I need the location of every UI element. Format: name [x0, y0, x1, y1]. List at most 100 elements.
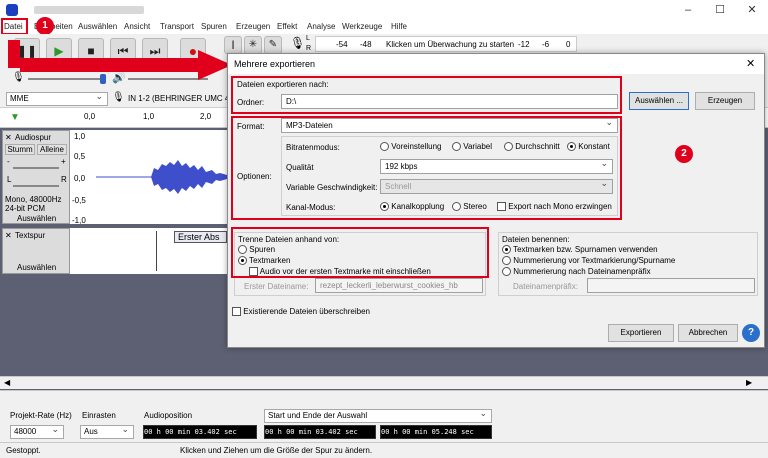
scroll-left-icon[interactable]: ◀	[4, 378, 10, 387]
project-rate-select[interactable]: 48000	[10, 423, 64, 439]
prefix-label: Dateinamenpräfix:	[513, 282, 578, 291]
playback-volume-slider[interactable]	[128, 78, 208, 80]
track-format-info: Mono, 48000Hz	[5, 195, 62, 204]
audio-track-select-button[interactable]: Auswählen	[17, 214, 56, 223]
highlight-export-folder	[231, 76, 622, 114]
project-rate-label: Projekt-Rate (Hz)	[10, 411, 72, 420]
menu-select[interactable]: Auswählen	[78, 21, 117, 33]
overwrite-checkbox[interactable]: Existierende Dateien überschreiben	[232, 307, 370, 317]
label-track-close-icon[interactable]: ✕	[5, 231, 12, 240]
choose-folder-button[interactable]: Auswählen ...	[629, 92, 689, 110]
ruler-tick-2: 2,0	[200, 112, 212, 121]
audio-position-field[interactable]: 00 h 00 min 03.402 sec	[143, 425, 257, 439]
naming-number-after-text: Nummerierung nach Dateinamenpräfix	[513, 267, 651, 276]
export-button[interactable]: Exportieren	[608, 324, 674, 342]
naming-use-labels-option[interactable]: Textmarken bzw. Spurnamen verwenden	[502, 245, 658, 255]
menu-transport[interactable]: Transport	[160, 21, 194, 33]
close-window-button[interactable]: ✕	[736, 0, 768, 20]
audio-track-close-icon[interactable]: ✕	[5, 133, 12, 142]
input-device-select[interactable]: IN 1-2 (BEHRINGER UMC 404	[128, 94, 238, 103]
solo-button[interactable]: Alleine	[37, 144, 67, 155]
label-track-name[interactable]: Textspur	[15, 231, 45, 240]
annotation-arrow-shaft	[20, 58, 200, 72]
gain-minus-label: -	[7, 157, 10, 166]
audio-track-panel: ✕ Audiospur Stumm Alleine - + L R Mono, …	[2, 130, 70, 224]
meter-tick-54: -54	[336, 40, 348, 49]
selection-mode-select[interactable]: Start und Ende der Auswahl	[264, 407, 492, 423]
scroll-right-icon[interactable]: ▶	[746, 378, 752, 387]
selection-toolbar: Projekt-Rate (Hz) 48000 Einrasten Aus Au…	[0, 390, 768, 442]
label-marker-line	[156, 231, 157, 271]
input-device-icon: 🎙	[112, 92, 125, 103]
menu-view[interactable]: Ansicht	[124, 21, 150, 33]
selection-end-field[interactable]: 00 h 00 min 05.248 sec	[380, 425, 492, 439]
dialog-close-icon[interactable]: ✕	[746, 57, 755, 70]
menu-help[interactable]: Hilfe	[391, 21, 407, 33]
scale-tick: 1,0	[74, 132, 86, 141]
naming-number-after-option[interactable]: Nummerierung nach Dateinamenpräfix	[502, 267, 651, 277]
annotation-arrow-stem	[8, 40, 20, 68]
app-icon	[6, 4, 18, 16]
minimize-button[interactable]: –	[672, 0, 704, 20]
dialog-title-bar: Mehrere exportieren ✕	[228, 54, 764, 74]
annotation-badge-2: 2	[675, 145, 693, 163]
meter-tick-12: -12	[518, 40, 530, 49]
scale-tick: 0,0	[74, 174, 86, 183]
menu-analyze[interactable]: Analyse	[307, 21, 335, 33]
title-bar: – ☐ ✕	[0, 0, 768, 20]
naming-number-before-option[interactable]: Nummerierung vor Textmarkierung/Spurname	[502, 256, 676, 266]
horizontal-scrollbar[interactable]: ◀ ▶	[0, 376, 768, 389]
label-track-area[interactable]: Erster Abs	[70, 228, 227, 274]
status-text: Gestoppt.	[6, 446, 41, 455]
file-naming-label: Dateien benennen:	[502, 235, 570, 244]
scale-tick: -1,0	[72, 216, 86, 225]
scale-tick: -0,5	[72, 196, 86, 205]
audio-track-name[interactable]: Audiospur	[15, 133, 51, 142]
meter-channel-right: R	[306, 45, 312, 52]
menu-tracks[interactable]: Spuren	[201, 21, 227, 33]
meter-hint: Klicken um Überwachung zu starten	[386, 40, 515, 49]
maximize-button[interactable]: ☐	[704, 0, 736, 20]
mic-volume-thumb[interactable]	[100, 74, 106, 84]
scale-tick: 0,5	[74, 152, 86, 161]
pan-right-label: R	[61, 175, 67, 184]
text-label[interactable]: Erster Abs	[174, 231, 227, 243]
status-bar: Gestoppt. Klicken und Ziehen um die Größ…	[0, 442, 768, 458]
highlight-split-files	[231, 227, 489, 278]
menu-bar: Datei Bearbeiten Auswählen Ansicht Trans…	[0, 20, 768, 34]
microphone-icon: 🎙	[290, 36, 306, 50]
mute-button[interactable]: Stumm	[5, 144, 35, 155]
audio-host-select[interactable]: MME	[6, 90, 108, 106]
meter-tick-48: -48	[360, 40, 372, 49]
gain-slider[interactable]	[13, 167, 59, 169]
help-icon[interactable]: ?	[742, 324, 760, 342]
first-file-label: Erster Dateiname:	[244, 282, 309, 291]
window-title-blurred	[34, 6, 144, 14]
highlight-format-options	[231, 116, 622, 220]
audio-position-label: Audioposition	[144, 411, 193, 420]
meter-tick-6: -6	[542, 40, 550, 49]
cancel-button[interactable]: Abbrechen	[678, 324, 738, 342]
snap-select[interactable]: Aus	[80, 423, 134, 439]
selection-start-field[interactable]: 00 h 00 min 03.402 sec	[264, 425, 376, 439]
pan-slider[interactable]	[13, 185, 59, 187]
first-file-input: rezept_leckerli_leberwurst_cookies_hb	[315, 278, 483, 293]
meter-tick-0: 0	[566, 40, 571, 49]
gain-plus-label: +	[61, 157, 66, 166]
envelope-tool-icon[interactable]: ✳	[244, 36, 262, 54]
naming-use-labels-text: Textmarken bzw. Spurnamen verwenden	[513, 245, 658, 254]
menu-generate[interactable]: Erzeugen	[236, 21, 270, 33]
menu-tools[interactable]: Werkzeuge	[342, 21, 382, 33]
label-track-select-button[interactable]: Auswählen	[17, 263, 56, 272]
recording-meter[interactable]: -54 -48 Klicken um Überwachung zu starte…	[315, 36, 577, 52]
audio-waveform[interactable]	[96, 130, 227, 224]
annotation-badge-1: 1	[36, 17, 54, 35]
menu-effect[interactable]: Effekt	[277, 21, 297, 33]
status-hint: Klicken und Ziehen um die Größe der Spur…	[180, 446, 373, 455]
create-folder-button[interactable]: Erzeugen	[695, 92, 755, 110]
draw-tool-icon[interactable]: ✎	[264, 36, 282, 54]
highlight-file-menu	[1, 18, 28, 35]
amplitude-scale: 1,0 0,5 0,0 -0,5 -1,0	[70, 130, 96, 225]
mic-volume-slider[interactable]	[28, 78, 104, 80]
naming-number-before-text: Nummerierung vor Textmarkierung/Spurname	[513, 256, 676, 265]
